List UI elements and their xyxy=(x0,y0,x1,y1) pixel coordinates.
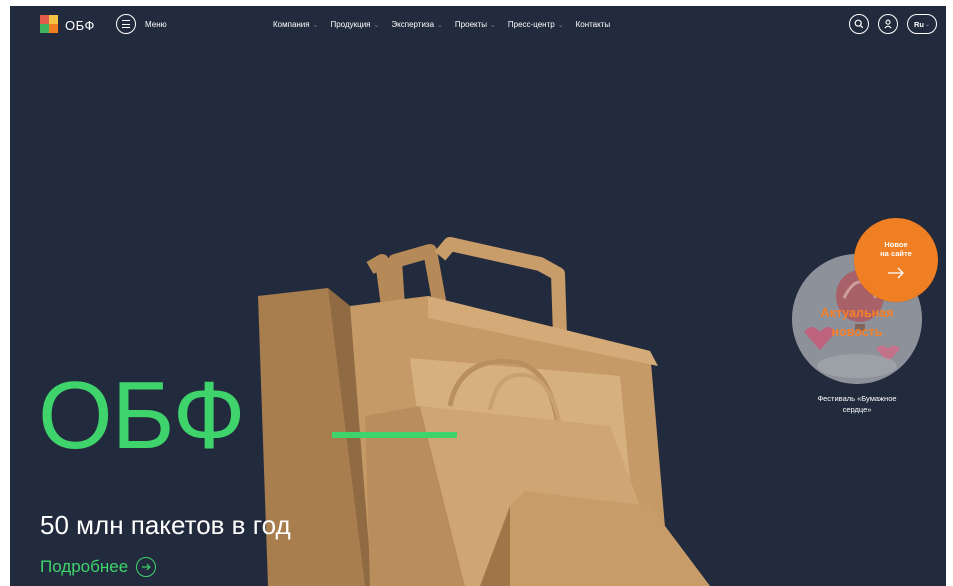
new-on-site-button[interactable]: Новое на сайте xyxy=(854,218,938,302)
chevron-down-icon: ⌄ xyxy=(924,21,931,28)
arrow-right-icon xyxy=(136,557,157,577)
arrow-right-icon xyxy=(888,267,904,279)
hero-subtitle: 50 млн пакетов в год xyxy=(40,510,291,540)
language-label: Ru xyxy=(913,19,924,29)
nav-item-products[interactable]: Продукция ⌄ xyxy=(330,20,379,29)
news-caption-line: сердце» xyxy=(842,404,872,414)
nav-label: Пресс-центр xyxy=(507,20,555,29)
news-label-line: новость xyxy=(831,324,883,339)
obf-logo-icon[interactable] xyxy=(40,15,58,33)
hero-title: ОБФ xyxy=(38,362,246,469)
chevron-down-icon: ⌄ xyxy=(557,21,564,29)
nav-label: Экспертиза xyxy=(391,20,435,29)
new-badge-line: Новое xyxy=(884,240,908,249)
hero-frame: ОБФ Меню Компания ⌄ Продукция ⌄ Экспертиза… xyxy=(10,6,946,586)
nav-item-projects[interactable]: Проекты ⌄ xyxy=(455,20,496,29)
nav-label: Продукция xyxy=(330,20,371,29)
chevron-down-icon: ⌄ xyxy=(437,21,443,29)
nav-item-expertise[interactable]: Экспертиза ⌄ xyxy=(391,20,443,29)
menu-button[interactable] xyxy=(116,14,136,34)
chevron-down-icon: ⌄ xyxy=(373,21,380,29)
chevron-down-icon: ⌄ xyxy=(490,21,496,29)
chevron-down-icon: ⌄ xyxy=(312,21,319,29)
more-link-label: Подробнее xyxy=(40,557,129,576)
language-switcher[interactable]: Ru ⌄ xyxy=(907,14,937,34)
search-button[interactable] xyxy=(849,14,869,34)
nav-item-company[interactable]: Компания ⌄ xyxy=(273,20,318,29)
more-link[interactable]: Подробнее xyxy=(40,557,157,577)
menu-label[interactable]: Меню xyxy=(145,20,167,29)
main-nav: Компания ⌄ Продукция ⌄ Экспертиза ⌄ Проекты… xyxy=(273,20,610,29)
account-button[interactable] xyxy=(878,14,898,34)
nav-item-press-center[interactable]: Пресс-центр ⌄ xyxy=(508,20,564,29)
news-caption[interactable]: Фестиваль «Бумажное сердце» xyxy=(792,394,922,416)
top-navigation-bar: ОБФ Меню Компания ⌄ Продукция ⌄ Экспертиза… xyxy=(10,6,946,46)
nav-item-contacts[interactable]: Контакты xyxy=(576,20,611,29)
news-label-line: Актуальная xyxy=(820,306,894,320)
nav-label: Проекты xyxy=(454,20,488,29)
nav-label: Компания xyxy=(273,20,310,29)
news-label[interactable]: Актуальная новость xyxy=(792,304,922,342)
search-icon xyxy=(854,19,864,29)
news-caption-line: Фестиваль «Бумажное xyxy=(817,394,897,403)
new-badge-line: на сайте xyxy=(880,249,912,259)
hero-title-dash xyxy=(332,432,457,438)
user-icon xyxy=(884,19,892,29)
nav-label: Контакты xyxy=(575,20,611,29)
logo-text[interactable]: ОБФ xyxy=(65,18,95,33)
